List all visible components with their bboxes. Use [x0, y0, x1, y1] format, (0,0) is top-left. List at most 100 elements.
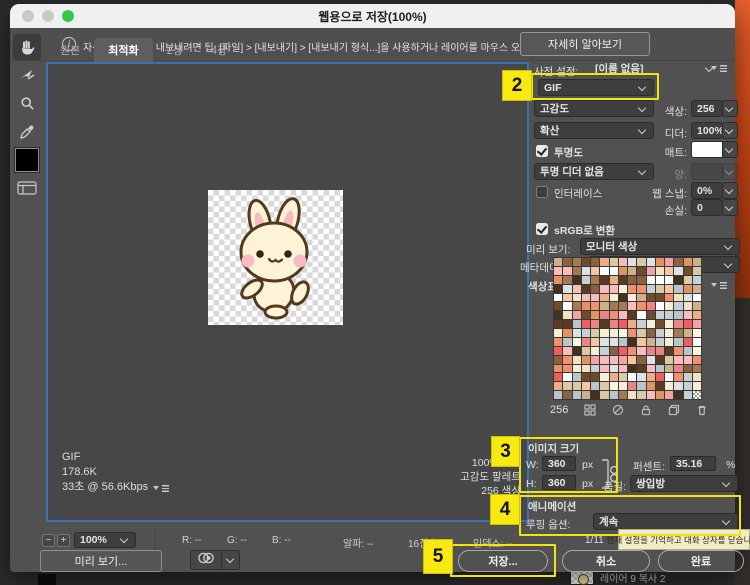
color-swatch[interactable] [591, 355, 600, 364]
color-swatch[interactable] [646, 320, 655, 328]
color-swatch[interactable] [655, 382, 664, 391]
color-swatch[interactable] [609, 355, 618, 364]
color-swatch[interactable] [692, 382, 701, 391]
color-swatch[interactable] [581, 337, 590, 346]
color-swatch[interactable] [600, 311, 609, 320]
color-swatch[interactable] [655, 337, 664, 346]
color-swatch[interactable] [609, 320, 618, 328]
color-swatch[interactable] [563, 293, 572, 302]
color-swatch[interactable] [600, 329, 609, 337]
color-swatch[interactable] [665, 258, 674, 266]
color-swatch[interactable] [600, 391, 609, 399]
color-swatch[interactable] [618, 329, 627, 337]
height-input[interactable]: 360 [542, 475, 576, 490]
color-swatch[interactable] [683, 382, 692, 391]
color-swatch[interactable] [655, 284, 664, 293]
color-swatch[interactable] [591, 337, 600, 346]
color-swatch[interactable] [655, 311, 664, 320]
color-swatch[interactable] [554, 355, 563, 364]
color-swatch[interactable] [692, 320, 701, 328]
color-swatch[interactable] [572, 391, 581, 399]
color-swatch[interactable] [572, 364, 581, 373]
color-swatch[interactable] [609, 364, 618, 373]
color-swatch[interactable] [554, 391, 563, 399]
color-swatch[interactable] [637, 373, 646, 382]
color-swatch[interactable] [618, 391, 627, 399]
color-swatch[interactable] [655, 320, 664, 328]
browser-preview-button[interactable] [190, 550, 222, 570]
color-swatch[interactable] [655, 266, 664, 275]
eyedropper-tool-button[interactable] [13, 118, 41, 144]
color-swatch[interactable] [674, 293, 683, 302]
color-swatch[interactable] [591, 373, 600, 382]
color-swatch[interactable] [591, 320, 600, 328]
color-swatch[interactable] [600, 364, 609, 373]
lock-color-icon[interactable] [640, 404, 652, 416]
color-swatch[interactable] [572, 302, 581, 311]
color-swatch[interactable] [655, 275, 664, 284]
slice-select-tool-button[interactable] [13, 62, 41, 88]
color-swatch[interactable] [618, 337, 627, 346]
color-swatch[interactable] [609, 275, 618, 284]
transparency-dither-dropdown[interactable]: 투명 디더 없음 [534, 163, 654, 180]
color-swatch[interactable] [655, 293, 664, 302]
color-swatch[interactable] [646, 329, 655, 337]
color-swatch[interactable] [572, 275, 581, 284]
color-swatch[interactable] [591, 266, 600, 275]
color-swatch[interactable] [646, 373, 655, 382]
color-swatch[interactable] [563, 373, 572, 382]
color-swatch[interactable] [581, 320, 590, 328]
color-swatch[interactable] [692, 258, 701, 266]
color-swatch[interactable] [581, 302, 590, 311]
color-swatch[interactable] [628, 293, 637, 302]
cancel-button[interactable]: 취소 [562, 550, 650, 572]
color-swatch[interactable] [665, 302, 674, 311]
color-swatch[interactable] [674, 329, 683, 337]
color-swatch[interactable] [674, 373, 683, 382]
color-swatch[interactable] [581, 329, 590, 337]
color-swatch[interactable] [572, 329, 581, 337]
web-snap-value[interactable]: 0% [691, 182, 723, 199]
width-input[interactable]: 360 [542, 456, 576, 471]
color-swatch[interactable] [600, 355, 609, 364]
quality-dropdown[interactable]: 쌍입방 [630, 475, 738, 492]
color-swatch[interactable] [563, 266, 572, 275]
color-swatch[interactable] [572, 373, 581, 382]
preset-menu-icon[interactable] [711, 63, 727, 73]
color-swatch[interactable] [600, 293, 609, 302]
color-swatch[interactable] [637, 382, 646, 391]
color-swatch[interactable] [618, 258, 627, 266]
color-swatch[interactable] [572, 346, 581, 355]
color-swatch[interactable] [637, 302, 646, 311]
color-swatch[interactable] [591, 311, 600, 320]
zoom-window-button[interactable] [62, 10, 74, 22]
dither-method-dropdown[interactable]: 확산 [534, 122, 654, 139]
color-swatch[interactable] [618, 302, 627, 311]
color-swatch[interactable] [692, 311, 701, 320]
color-swatch[interactable] [683, 266, 692, 275]
color-swatch[interactable] [628, 382, 637, 391]
color-swatch[interactable] [563, 258, 572, 266]
color-swatch[interactable] [674, 355, 683, 364]
color-swatch[interactable] [674, 275, 683, 284]
color-swatch[interactable] [646, 311, 655, 320]
color-swatch[interactable] [683, 373, 692, 382]
color-swatch[interactable] [637, 329, 646, 337]
color-swatch[interactable] [646, 266, 655, 275]
color-swatch[interactable] [655, 329, 664, 337]
color-swatch[interactable] [646, 275, 655, 284]
done-button[interactable]: 완료 [658, 550, 744, 572]
color-swatch[interactable] [572, 311, 581, 320]
color-swatch[interactable] [563, 302, 572, 311]
format-dropdown[interactable]: GIF [538, 79, 654, 96]
color-swatch[interactable] [581, 258, 590, 266]
color-swatch[interactable] [655, 346, 664, 355]
color-swatch[interactable] [628, 346, 637, 355]
color-swatch[interactable] [665, 346, 674, 355]
hand-tool-button[interactable] [13, 34, 41, 60]
color-swatch[interactable] [572, 258, 581, 266]
color-swatch[interactable] [637, 284, 646, 293]
colors-stepper[interactable] [722, 100, 738, 117]
color-swatch[interactable] [554, 258, 563, 266]
tab-2up[interactable]: 2장 [153, 38, 197, 62]
